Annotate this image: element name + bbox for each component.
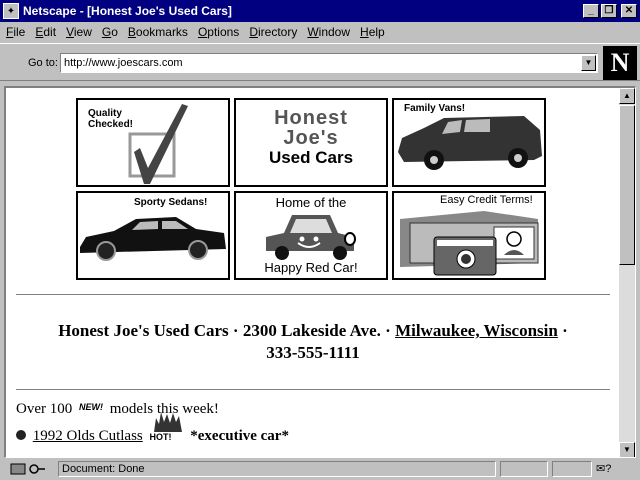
menu-bookmarks[interactable]: Bookmarks [128, 25, 188, 39]
progress-box [500, 461, 548, 477]
location-toolbar: Go to: http://www.joescars.com ▼ N [0, 43, 640, 81]
netscape-app-icon[interactable]: ✦ [3, 3, 19, 19]
hot-badge-text: HOT! [149, 432, 172, 442]
close-button[interactable]: ✕ [621, 4, 637, 18]
location-label: Go to: [28, 57, 58, 69]
credit-cards-icon [400, 211, 539, 276]
tile-easy-credit[interactable]: Easy Credit Terms! [392, 191, 546, 280]
url-dropdown-button[interactable]: ▼ [581, 55, 596, 71]
sedan-icon [80, 217, 226, 261]
image-map-grid: Quality Checked! Honest Joe's Used Cars … [76, 98, 548, 282]
new-badge: NEW! [79, 402, 103, 412]
window-title: Netscape - [Honest Joe's Used Cars] [23, 4, 232, 18]
menu-window[interactable]: Window [307, 25, 350, 39]
scroll-thumb[interactable] [619, 105, 635, 265]
menu-help[interactable]: Help [360, 25, 385, 39]
flame-icon [153, 412, 182, 432]
bullet-icon [16, 430, 26, 440]
promo-line: Over 100 NEW! models this week! [16, 401, 219, 418]
netscape-logo[interactable]: N [603, 46, 637, 80]
tile-honest-joes[interactable]: Honest Joe's Used Cars [234, 98, 388, 187]
tile-sporty-sedans[interactable]: Sporty Sedans! [76, 191, 230, 280]
listing-item: 1992 Olds Cutlass HOT! *executive car* [16, 412, 289, 445]
brand-title: Honest Joe's Used Cars [268, 107, 354, 167]
menu-file[interactable]: File [6, 25, 25, 39]
promo-prefix: Over 100 [16, 401, 73, 417]
menu-go[interactable]: Go [102, 25, 118, 39]
mail-icon[interactable]: ✉? [596, 462, 611, 475]
page-viewport: Quality Checked! Honest Joe's Used Cars … [4, 86, 636, 458]
horizontal-rule-bottom [16, 389, 610, 391]
listing-tag: *executive car* [190, 428, 289, 444]
status-text: Document: Done [58, 461, 496, 477]
scroll-up-button[interactable]: ▲ [619, 88, 635, 104]
menu-view[interactable]: View [66, 25, 92, 39]
menu-edit[interactable]: Edit [35, 25, 56, 39]
menu-bar: File Edit View Go Bookmarks Options Dire… [0, 22, 640, 42]
web-page: Quality Checked! Honest Joe's Used Cars … [6, 88, 618, 457]
vertical-scrollbar[interactable]: ▲ ▼ [619, 88, 635, 457]
security-key-icon[interactable] [10, 462, 46, 476]
address-separator: · [557, 321, 568, 340]
title-bar: ✦ Netscape - [Honest Joe's Used Cars] _ … [0, 0, 640, 22]
menu-directory[interactable]: Directory [249, 25, 297, 39]
minimize-button[interactable]: _ [583, 4, 599, 18]
dealer-address: Honest Joe's Used Cars · 2300 Lakeside A… [16, 320, 610, 364]
tile-happy-red-car[interactable]: Home of the Happy Red Car! [234, 191, 388, 280]
tile-quality-checked[interactable]: Quality Checked! [76, 98, 230, 187]
city-link[interactable]: Milwaukee, Wisconsin [395, 321, 558, 340]
minivan-icon [398, 116, 542, 170]
url-input[interactable]: http://www.joescars.com ▼ [60, 53, 598, 73]
car-listing-link[interactable]: 1992 Olds Cutlass [33, 428, 143, 444]
tile-family-vans[interactable]: Family Vans! [392, 98, 546, 187]
menu-options[interactable]: Options [198, 25, 239, 39]
happy-red-car-label: Happy Red Car! [264, 260, 358, 275]
status-box [552, 461, 592, 477]
url-text: http://www.joescars.com [64, 57, 183, 69]
maximize-button[interactable]: ❐ [601, 4, 617, 18]
scroll-down-button[interactable]: ▼ [619, 442, 635, 457]
phone-number: 333-555-1111 [266, 343, 360, 362]
checkmark-icon [128, 104, 188, 184]
horizontal-rule-top [16, 294, 610, 296]
address-street: Honest Joe's Used Cars · 2300 Lakeside A… [58, 321, 396, 340]
hot-badge: HOT! [149, 412, 184, 442]
status-bar: Document: Done ✉? [0, 459, 640, 480]
